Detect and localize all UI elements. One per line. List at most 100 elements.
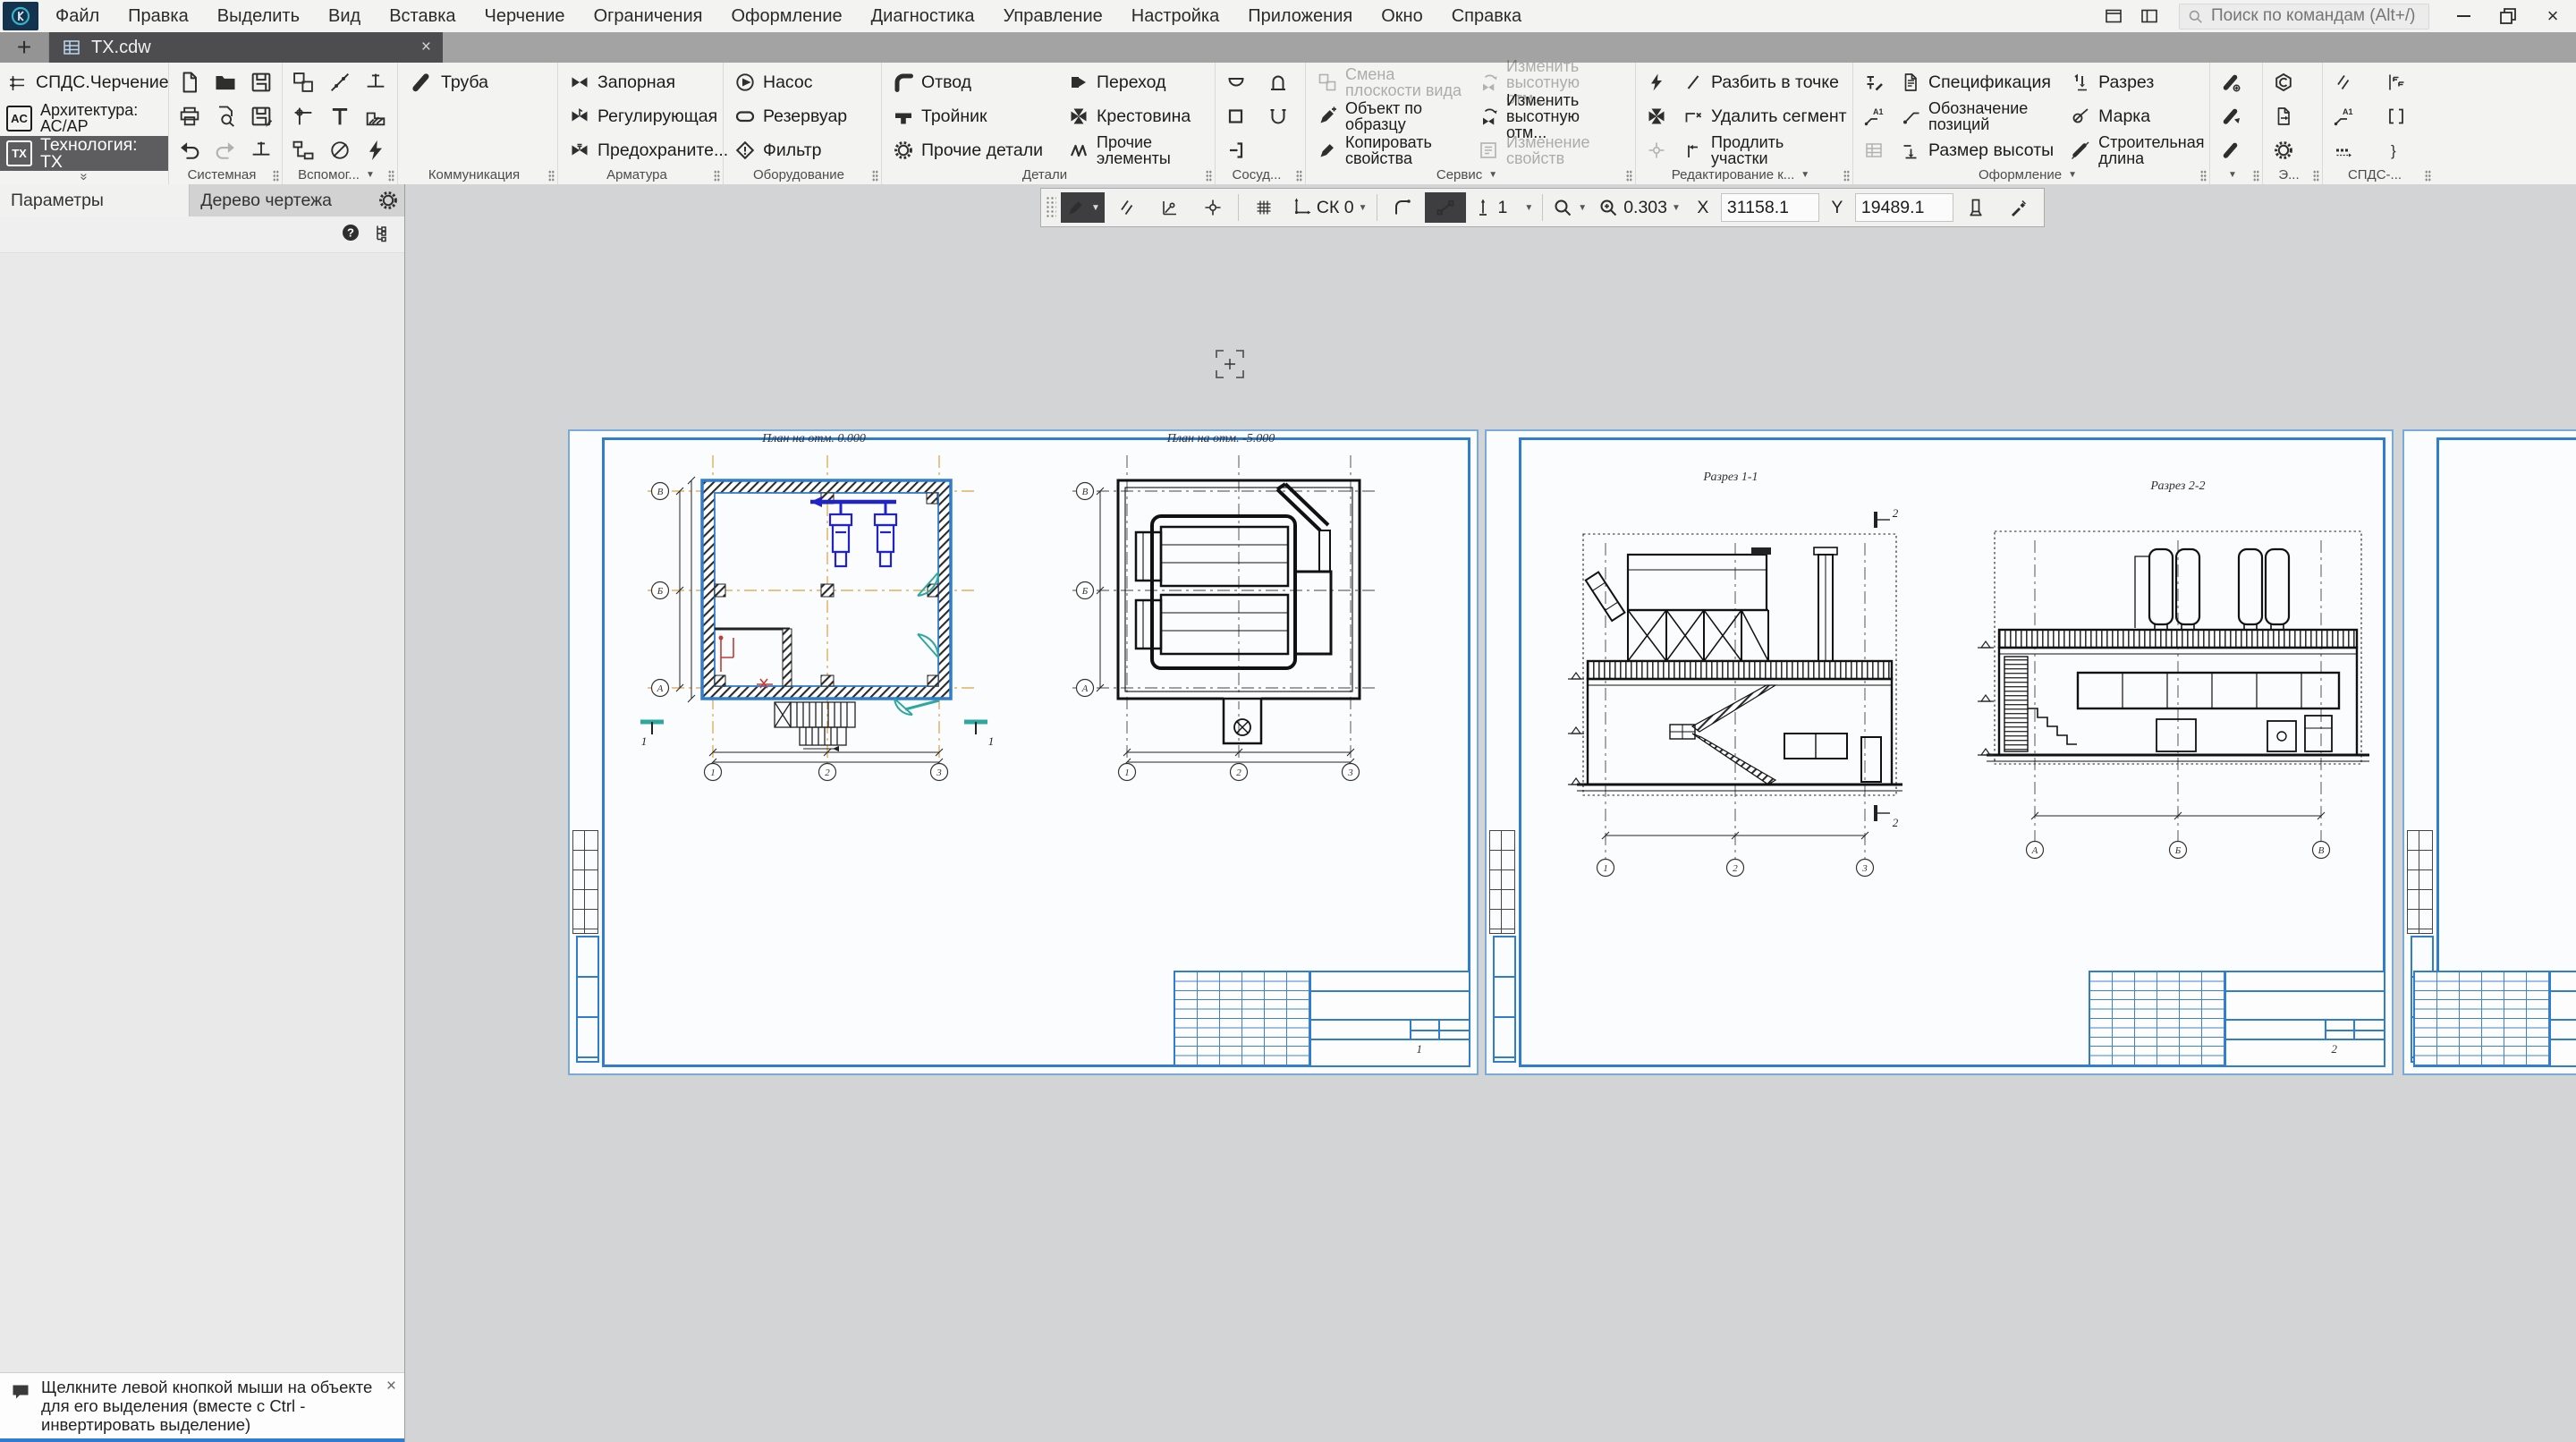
toolbar-grip[interactable] bbox=[1046, 196, 1056, 219]
undo-button[interactable] bbox=[172, 133, 208, 167]
line-scale-select[interactable]: 1▼ bbox=[1468, 192, 1538, 223]
text-button[interactable] bbox=[322, 99, 358, 133]
tab-tx-cdw[interactable]: TX.cdw × bbox=[49, 32, 443, 63]
aux-line-button[interactable] bbox=[322, 65, 358, 99]
edit-bolt-button[interactable] bbox=[1639, 65, 1674, 99]
specification-button[interactable]: Спецификация bbox=[1892, 65, 2062, 99]
object-by-sample-button[interactable]: Объект по образцу bbox=[1309, 99, 1470, 133]
group-grip[interactable] bbox=[2313, 170, 2319, 182]
extend-sections-button[interactable]: Продлить участки bbox=[1674, 133, 1855, 167]
position-mark-button[interactable]: Обозначение позиций bbox=[1892, 99, 2062, 133]
group-grip[interactable] bbox=[548, 170, 555, 182]
transition-button[interactable]: Переход bbox=[1060, 65, 1212, 99]
group-grip[interactable] bbox=[2253, 170, 2259, 182]
zoom-level-select[interactable]: 0.303▼ bbox=[1593, 192, 1685, 223]
drawing-section-1[interactable]: 2 2 1 2 3 bbox=[1561, 485, 1919, 896]
redo-button[interactable] bbox=[208, 133, 243, 167]
vessel-open-button[interactable] bbox=[1260, 99, 1296, 133]
group-grip[interactable] bbox=[872, 170, 878, 182]
cross-button[interactable]: Крестовина bbox=[1060, 99, 1212, 133]
group-grip[interactable] bbox=[1296, 170, 1302, 182]
pipe-button[interactable]: Труба bbox=[401, 65, 555, 99]
layout-split-icon[interactable] bbox=[2134, 4, 2165, 29]
change-props-button[interactable]: Изменение свойств bbox=[1470, 133, 1632, 167]
spds-leader-button[interactable] bbox=[2326, 99, 2361, 133]
title-block[interactable]: 2 bbox=[2089, 971, 2385, 1067]
app-logo-icon[interactable] bbox=[3, 2, 38, 30]
corner-mode-button[interactable] bbox=[1382, 192, 1423, 223]
layout-pane-icon[interactable] bbox=[2098, 4, 2129, 29]
section-button[interactable]: Разрез bbox=[2062, 65, 2212, 99]
parallel-lines-button[interactable] bbox=[1106, 192, 1148, 223]
title-block[interactable]: 1 bbox=[1174, 971, 1470, 1067]
mark-button[interactable]: Марка bbox=[2062, 99, 2212, 133]
snap-point-button[interactable] bbox=[1192, 192, 1233, 223]
title-block[interactable] bbox=[2413, 971, 2576, 1067]
menu-help[interactable]: Справка bbox=[1437, 0, 1536, 32]
caption-dropdown-icon[interactable]: ▼ bbox=[2068, 170, 2077, 180]
help-icon[interactable] bbox=[340, 222, 361, 248]
menu-file[interactable]: Файл bbox=[41, 0, 114, 32]
mode-technology[interactable]: TXТехнология: ТХ bbox=[0, 136, 168, 171]
spds-brace-button[interactable] bbox=[2378, 133, 2414, 167]
sheet-2[interactable]: Разрез 1-1 bbox=[1485, 429, 2394, 1075]
group-grip[interactable] bbox=[714, 170, 720, 182]
text-style-button[interactable] bbox=[1856, 65, 1892, 99]
coordinate-system-select[interactable]: СК 0▼ bbox=[1286, 192, 1372, 223]
group-grip[interactable] bbox=[1206, 170, 1212, 182]
spds-axes-button[interactable] bbox=[2326, 65, 2361, 99]
caption-dropdown-icon[interactable]: ▼ bbox=[2228, 170, 2237, 180]
menu-window[interactable]: Окно bbox=[1367, 0, 1436, 32]
text-edit-button[interactable] bbox=[1856, 99, 1892, 133]
drawing-canvas[interactable]: ▼ СК 0▼ 1▼ ▼ 0.303▼ X 31158.1 Y 19489.1 … bbox=[405, 184, 2576, 1442]
vessel-bowl-button[interactable] bbox=[1218, 65, 1254, 99]
preview-button[interactable] bbox=[208, 99, 243, 133]
snap-node-button[interactable] bbox=[1149, 192, 1191, 223]
search-input[interactable] bbox=[2209, 5, 2421, 27]
menu-view[interactable]: Вид bbox=[314, 0, 375, 32]
pump-button[interactable]: Насос bbox=[726, 65, 878, 99]
build-length-button[interactable]: Строительная длина bbox=[2062, 133, 2212, 167]
vessel-square-button[interactable] bbox=[1218, 99, 1254, 133]
edit-snap-button[interactable] bbox=[1639, 99, 1674, 133]
pipe-add-button[interactable] bbox=[2213, 65, 2249, 99]
ortho-mode-button[interactable] bbox=[1425, 192, 1466, 223]
tab-close-icon[interactable]: × bbox=[421, 38, 431, 57]
group-grip[interactable] bbox=[2200, 170, 2207, 182]
snap-main-button[interactable]: ▼ bbox=[1061, 192, 1105, 223]
menu-settings[interactable]: Настройка bbox=[1117, 0, 1233, 32]
system-extra-button[interactable] bbox=[243, 133, 279, 167]
group-grip[interactable] bbox=[2425, 170, 2431, 182]
print-button[interactable] bbox=[172, 99, 208, 133]
trim-button[interactable] bbox=[358, 65, 394, 99]
filter-button[interactable]: Фильтр bbox=[726, 133, 878, 167]
close-button[interactable]: × bbox=[2533, 3, 2572, 30]
circle-cut-button[interactable] bbox=[322, 133, 358, 167]
spds-dots-button[interactable] bbox=[2326, 133, 2361, 167]
menu-insert[interactable]: Вставка bbox=[375, 0, 470, 32]
column-tool-button[interactable] bbox=[1955, 192, 1996, 223]
minimize-button[interactable] bbox=[2444, 3, 2483, 30]
group-grip[interactable] bbox=[388, 170, 394, 182]
eyedropper-button[interactable] bbox=[1998, 192, 2039, 223]
caption-dropdown-icon[interactable]: ▼ bbox=[366, 170, 375, 180]
height-dim-button[interactable]: Размер высоты bbox=[1892, 133, 2062, 167]
menu-annotation[interactable]: Оформление bbox=[716, 0, 856, 32]
grid-toggle-button[interactable] bbox=[1243, 192, 1284, 223]
shutoff-valve-button[interactable]: Запорная bbox=[561, 65, 736, 99]
mode-spds[interactable]: СПДС.Черчение bbox=[0, 65, 168, 100]
vessel-dome-button[interactable] bbox=[1260, 65, 1296, 99]
tab-parameters[interactable]: Параметры bbox=[0, 184, 189, 216]
group-grip[interactable] bbox=[1843, 170, 1850, 182]
copy-properties-button[interactable]: Копировать свойства bbox=[1309, 133, 1470, 167]
zoom-tool-button[interactable]: ▼ bbox=[1547, 192, 1591, 223]
hex-c-button[interactable] bbox=[2266, 65, 2301, 99]
sheet-3[interactable] bbox=[2402, 429, 2576, 1075]
break-at-point-button[interactable]: Разбить в точке bbox=[1674, 65, 1855, 99]
gear-settings-button[interactable] bbox=[2266, 133, 2301, 167]
menu-diagnostics[interactable]: Диагностика bbox=[857, 0, 989, 32]
group-grip[interactable] bbox=[1626, 170, 1632, 182]
new-document-button[interactable] bbox=[172, 65, 208, 99]
sheet-1[interactable]: План на отм. 0.000 bbox=[568, 429, 1479, 1075]
menu-edit[interactable]: Правка bbox=[114, 0, 203, 32]
